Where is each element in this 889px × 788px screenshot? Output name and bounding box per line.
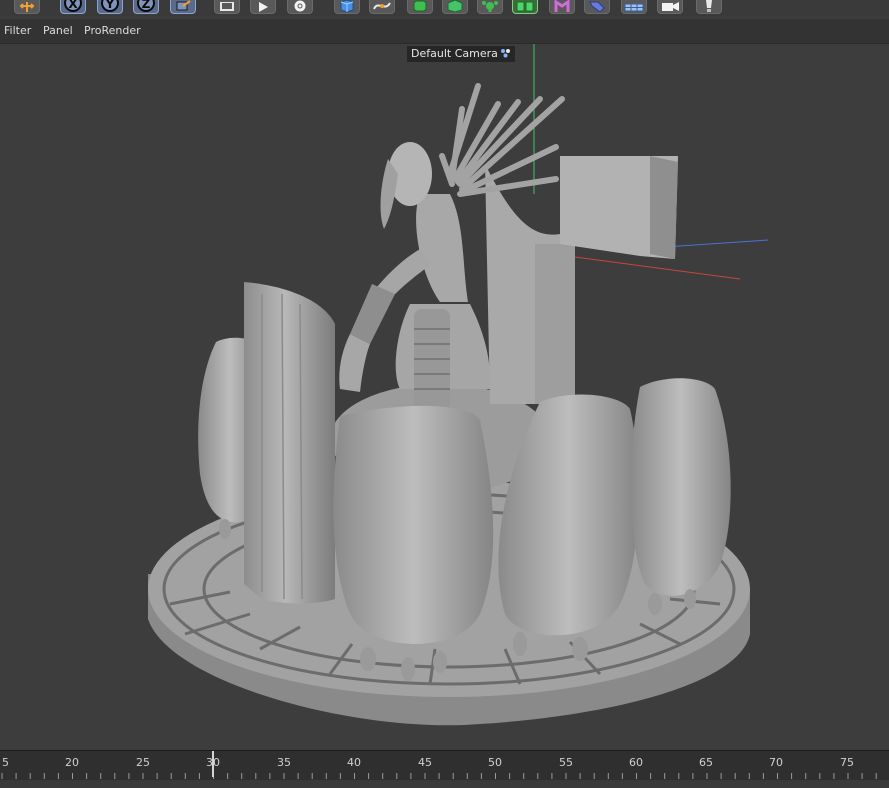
render-settings-button[interactable] (287, 0, 313, 14)
subdivision-surface-button[interactable] (407, 0, 433, 14)
timeline-tick-label: 25 (136, 756, 150, 769)
camera-label-text: Default Camera (411, 47, 498, 60)
timeline-tick-label: 55 (559, 756, 573, 769)
cube-primitive-button[interactable] (334, 0, 360, 14)
camera-icon (662, 2, 679, 11)
coordinate-system-button[interactable] (170, 0, 196, 14)
axis-x-lock-icon: X (64, 0, 82, 12)
scene-render[interactable] (0, 44, 889, 750)
lock-y-axis-button[interactable]: Y (97, 0, 123, 14)
timeline-tick-label: 35 (277, 756, 291, 769)
floor-icon (624, 3, 644, 12)
camera-label[interactable]: Default Camera (407, 46, 515, 62)
cloner-icon (447, 0, 463, 12)
menu-filter[interactable]: Filter (4, 24, 31, 37)
timeline-tick-label: 65 (699, 756, 713, 769)
main-toolbar: X Y Z (0, 0, 889, 16)
tree-structure (485, 156, 678, 404)
cube-icon (340, 0, 354, 12)
timeline-tick-label: 20 (65, 756, 79, 769)
timeline-tick-label: 75 (840, 756, 854, 769)
spline-pen-button[interactable] (369, 0, 395, 14)
timeline-tick-label: 70 (769, 756, 783, 769)
deformer-button[interactable] (477, 0, 503, 14)
timeline-playhead[interactable] (212, 751, 214, 777)
stone-slab (244, 282, 335, 604)
render-view-icon (259, 2, 268, 12)
sketch-button[interactable] (549, 0, 575, 14)
move-tool-button[interactable] (14, 0, 40, 14)
timeline-tick-label: 40 (347, 756, 361, 769)
axis-z-line (664, 239, 769, 248)
move-icon (19, 2, 35, 12)
3d-viewport[interactable]: Default Camera (0, 44, 889, 750)
axis-y-lock-icon: Y (101, 0, 119, 12)
lock-z-axis-button[interactable]: Z (133, 0, 159, 14)
axis-z-lock-icon: Z (137, 0, 155, 12)
render-region-button[interactable] (214, 0, 240, 14)
cloner-button[interactable] (442, 0, 468, 14)
timeline-tick-label: 50 (488, 756, 502, 769)
pod-far-right (630, 378, 731, 596)
light-button[interactable] (696, 0, 722, 14)
timeline-tick-label: 60 (629, 756, 643, 769)
render-settings-icon (294, 0, 306, 12)
menu-prorender[interactable]: ProRender (84, 24, 141, 37)
pod-front-center (333, 405, 494, 644)
tag-button[interactable] (584, 0, 610, 14)
timeline-tick-label: 45 (418, 756, 432, 769)
sketch-icon (554, 0, 570, 12)
figure-arm-right (414, 309, 450, 414)
axis-x-line (559, 254, 741, 280)
floor-button[interactable] (621, 0, 647, 14)
tag-icon (589, 1, 605, 12)
figure-arm-left (339, 284, 395, 392)
render-region-icon (220, 2, 234, 11)
timeline-tick-label: 5 (2, 756, 9, 769)
deformer-icon (482, 1, 498, 12)
coordinate-system-icon (176, 0, 191, 11)
camera-button[interactable] (657, 0, 683, 14)
spline-pen-icon (373, 2, 391, 10)
render-view-button[interactable] (250, 0, 276, 14)
light-icon (706, 0, 712, 12)
scene-objects-button[interactable] (512, 0, 538, 14)
figure-spikes (439, 83, 565, 197)
camera-link-icon (500, 49, 510, 58)
viewport-menu-bar: Filter Panel ProRender (0, 19, 889, 44)
lock-x-axis-button[interactable]: X (60, 0, 86, 14)
timeline-ticks (1, 773, 877, 779)
subdivision-surface-icon (413, 0, 427, 12)
timeline-ruler[interactable]: 5 20 25 30 35 40 45 50 55 60 65 70 75 (0, 750, 889, 788)
menu-panel[interactable]: Panel (43, 24, 73, 37)
scene-objects-icon (516, 1, 534, 12)
